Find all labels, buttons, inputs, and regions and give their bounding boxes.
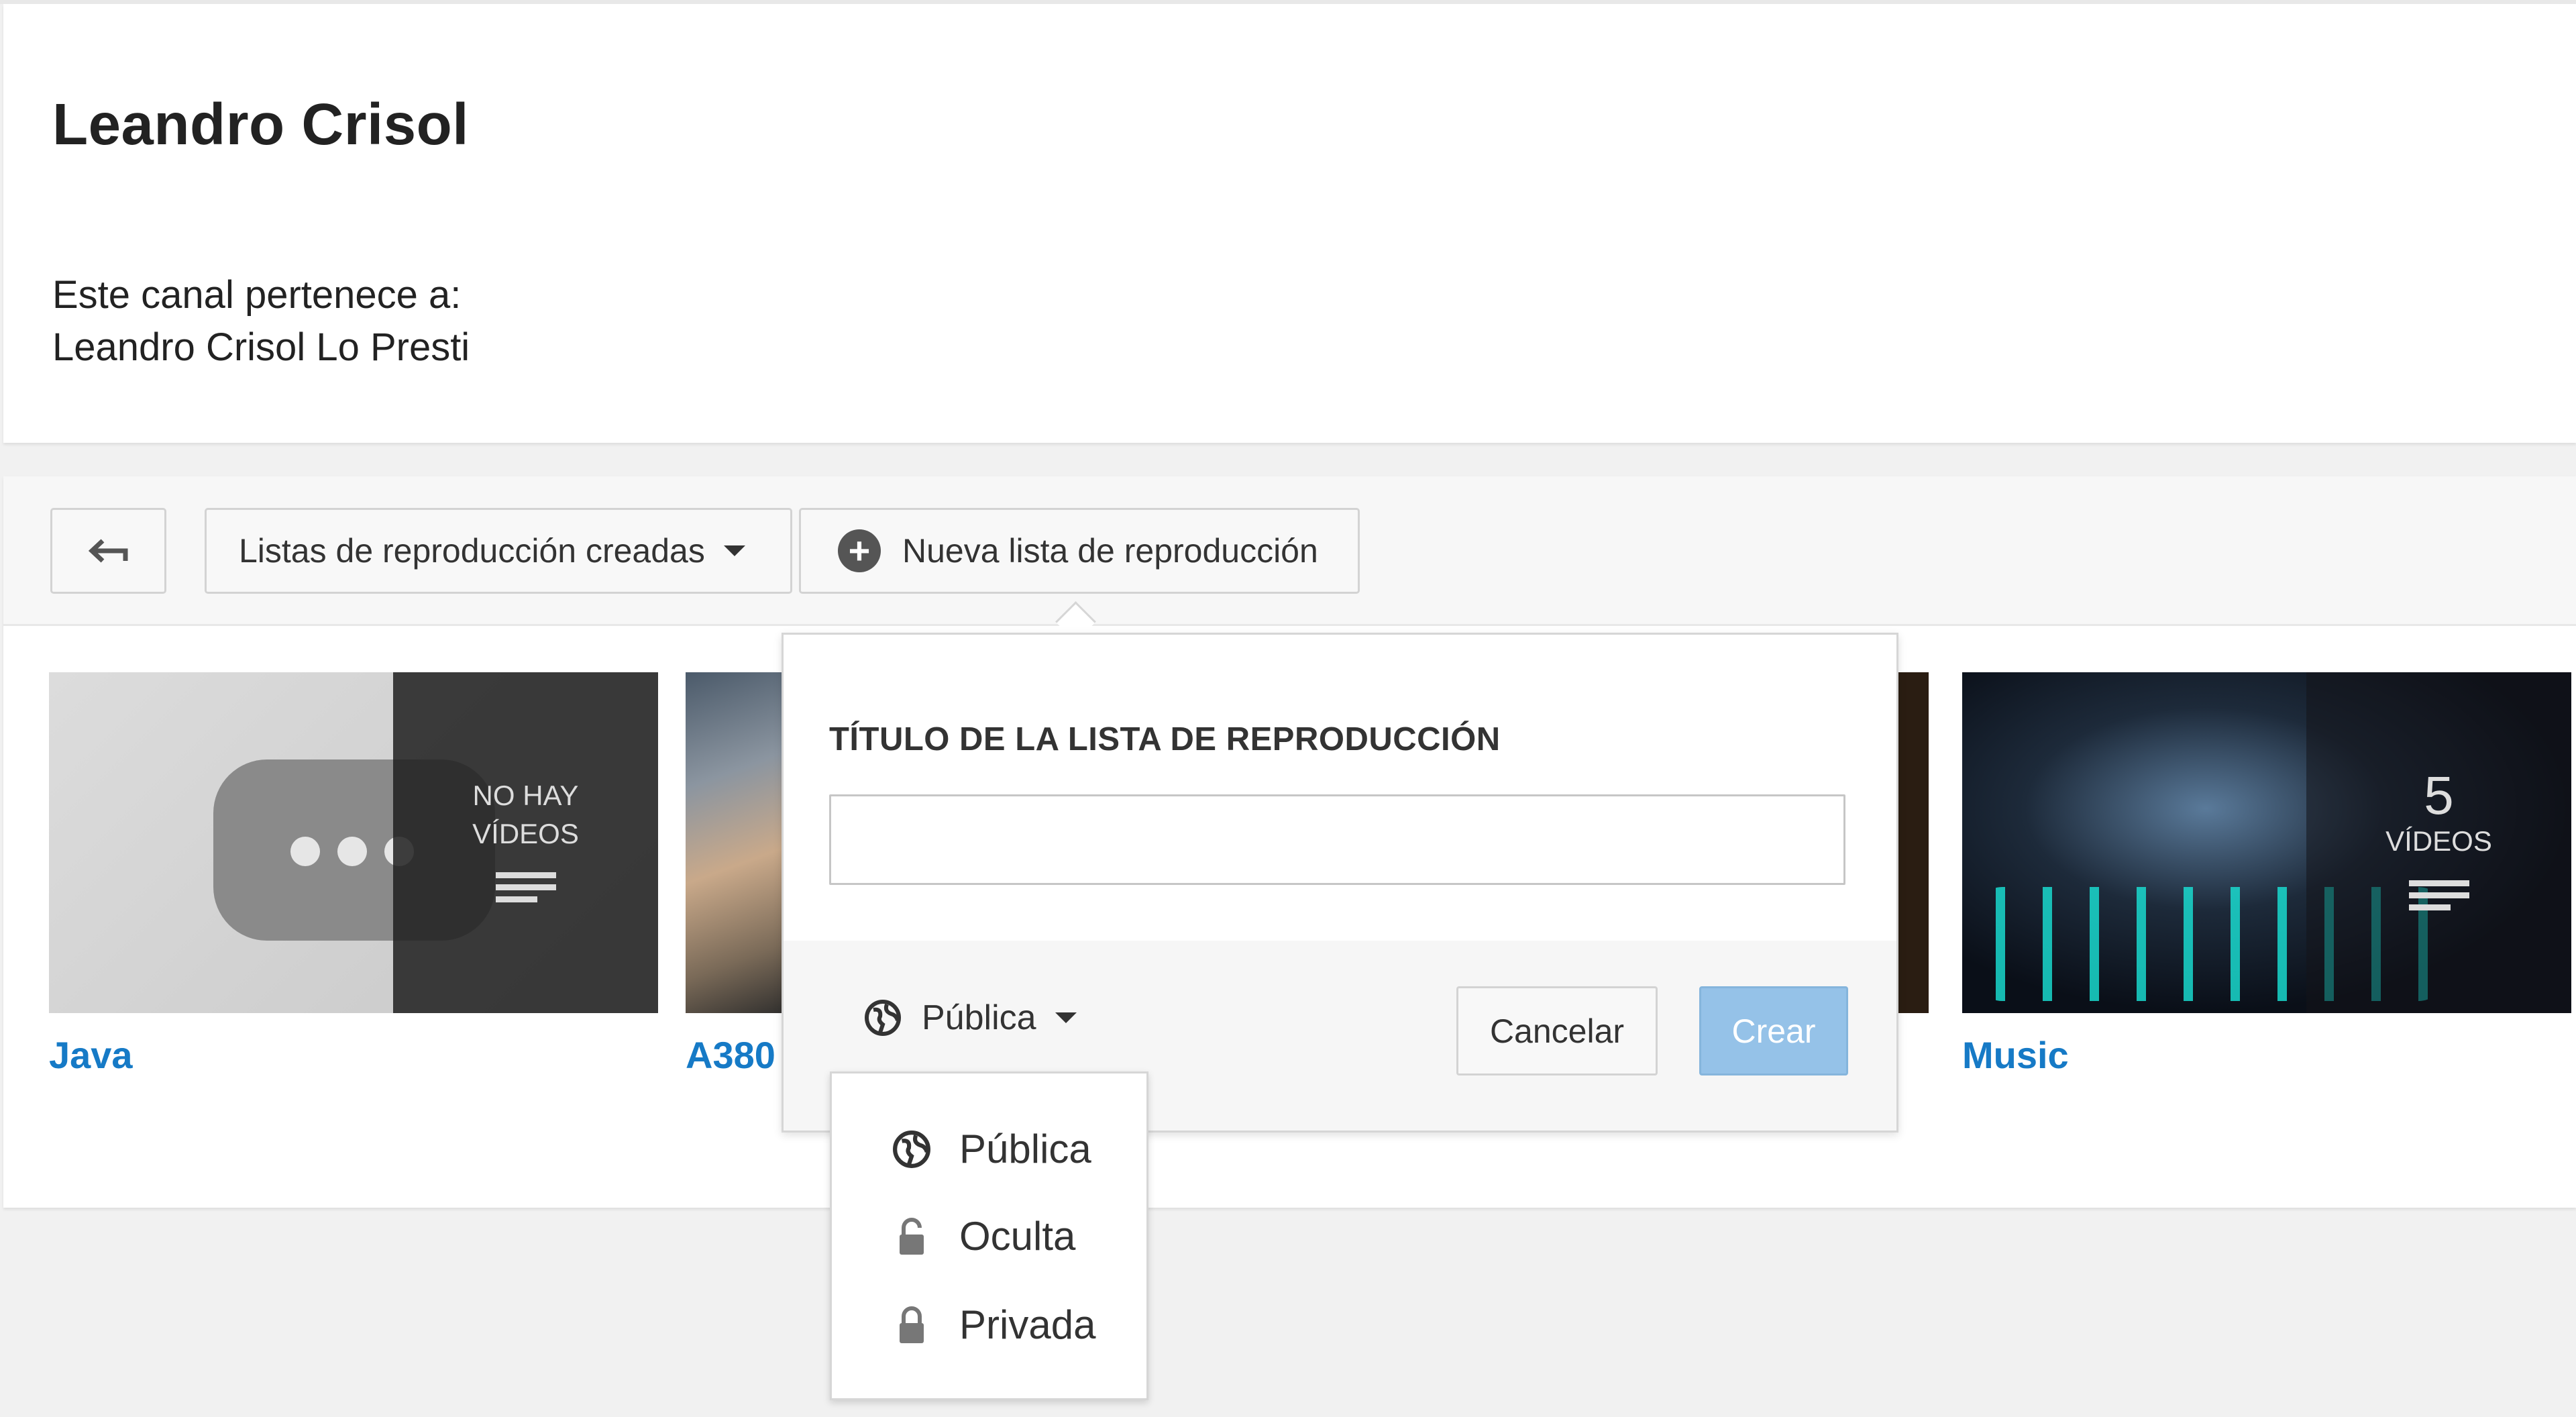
placeholder-dot [337,837,367,866]
playlist-thumbnail-music[interactable]: 5 VÍDEOS [1962,672,2571,1013]
owner-name: Leandro Crisol Lo Presti [52,325,470,369]
globe-icon [892,1130,931,1169]
overlay-line1: NO HAY [472,779,579,811]
privacy-option-label: Oculta [959,1214,1076,1259]
overlay-count: 5 [2424,766,2454,826]
privacy-option-label: Pública [959,1126,1091,1171]
privacy-option-public[interactable]: Pública [892,1126,1091,1172]
placeholder-dot [290,837,320,866]
privacy-select[interactable]: Pública [864,998,1077,1038]
privacy-option-unlisted[interactable]: Oculta [892,1213,1075,1259]
new-playlist-button[interactable]: + Nueva lista de reproducción [799,508,1360,594]
playlist-count-overlay: 5 VÍDEOS [2306,672,2571,1013]
playlist-title-label: TÍTULO DE LA LISTA DE REPRODUCCIÓN [829,721,1501,757]
add-circle-icon: + [838,529,881,572]
overlay-line2: VÍDEOS [472,817,579,849]
back-arrow-icon [88,539,127,563]
privacy-dropdown-menu: Pública Oculta Privada [830,1071,1148,1400]
privacy-option-label: Privada [959,1302,1096,1347]
owner-label: Este canal pertenece a: [52,273,462,317]
playlist-title-java[interactable]: Java [49,1033,133,1077]
playlist-count-overlay: NO HAY VÍDEOS [393,672,658,1013]
lists-filter-label: Listas de reproducción creadas [239,532,705,570]
globe-icon [865,1000,901,1036]
create-button[interactable]: Crear [1699,986,1848,1075]
playlist-title-a380[interactable]: A380 [686,1033,775,1077]
unlocked-icon [892,1217,931,1256]
privacy-option-private[interactable]: Privada [892,1302,1095,1348]
lock-icon [892,1306,931,1345]
privacy-selected-label: Pública [922,998,1036,1037]
channel-header: Leandro Crisol Este canal pertenece a: L… [3,4,2576,443]
new-playlist-popover: TÍTULO DE LA LISTA DE REPRODUCCIÓN Públi… [782,633,1898,1133]
new-playlist-label: Nueva lista de reproducción [902,532,1318,570]
playlist-icon [2408,874,2469,916]
channel-name: Leandro Crisol [52,92,469,157]
cancel-button[interactable]: Cancelar [1456,986,1658,1075]
playlist-title-music[interactable]: Music [1962,1033,2069,1077]
playlists-toolbar: Listas de reproducción creadas + Nueva l… [3,476,2576,626]
playlist-icon [495,866,556,908]
back-button[interactable] [50,508,166,594]
caret-down-icon [723,545,745,556]
playlist-title-input[interactable] [829,794,1845,885]
overlay-line2: VÍDEOS [2385,825,2492,857]
caret-down-icon [1055,1012,1077,1023]
playlist-thumbnail-java[interactable]: NO HAY VÍDEOS [49,672,658,1013]
lists-filter-dropdown[interactable]: Listas de reproducción creadas [205,508,792,594]
